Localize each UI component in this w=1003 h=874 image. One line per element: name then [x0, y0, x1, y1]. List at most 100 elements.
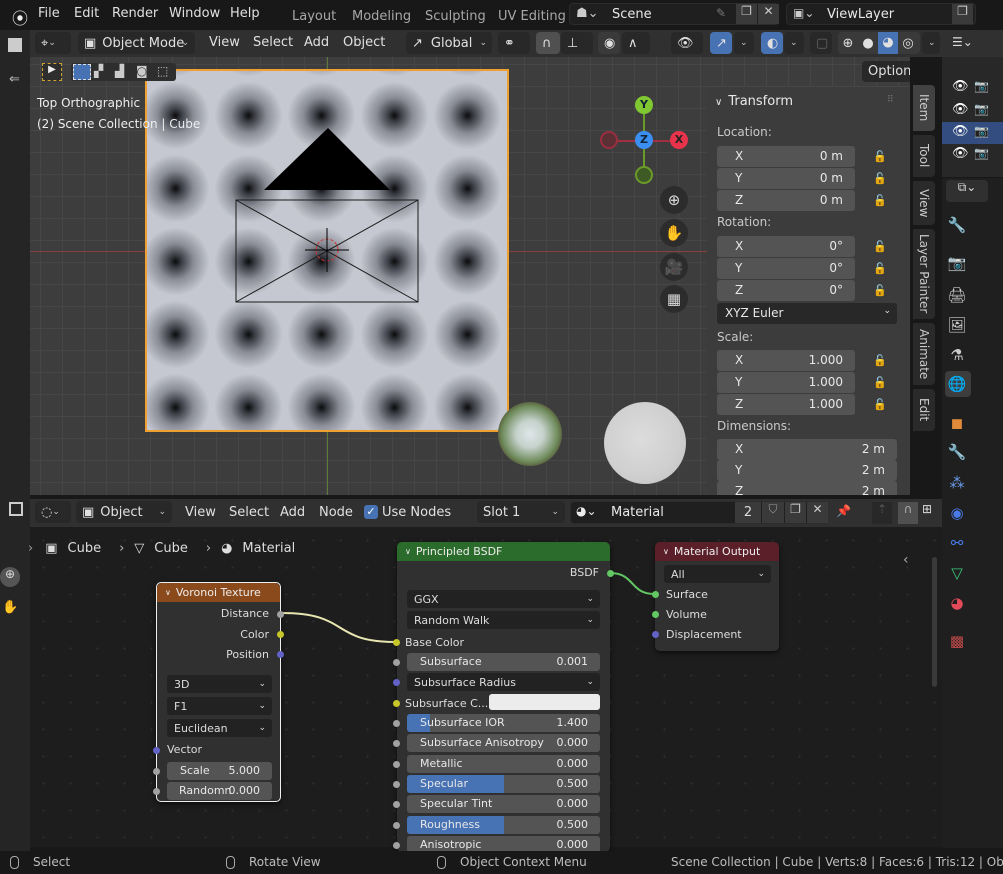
gizmo-y-axis[interactable]: Y [635, 96, 653, 114]
select-extend-icon[interactable]: ▞ [94, 64, 112, 80]
view-layer-properties-icon[interactable]: 🖼 [946, 314, 968, 336]
visibility-eye-icon[interactable]: 👁 [952, 146, 969, 161]
bsdf-slider-subsurface-anisotropy[interactable]: Subsurface Anisotropy 0.000 [407, 734, 600, 753]
select-intersect-icon[interactable]: ⬚ [157, 64, 175, 80]
new-view-layer-icon[interactable]: ❐ [952, 4, 973, 24]
voronoi-node-header[interactable]: ∨ Voronoi Texture [157, 583, 280, 602]
rendered-shading-icon[interactable]: ◎ [898, 36, 918, 51]
sidebar-tab-edit[interactable]: Edit [913, 389, 935, 431]
parent-node-tree-icon[interactable]: ⇡ [872, 502, 892, 524]
wireframe-shading-icon[interactable]: ⊕ [838, 36, 858, 51]
displacement-input-socket[interactable] [652, 631, 659, 638]
transform-panel-header[interactable]: ∨ Transform [715, 94, 793, 109]
workspace-tab-modeling[interactable]: Modeling [352, 9, 411, 24]
select-tool-icon[interactable]: ▶ [42, 63, 62, 81]
dimensions-dropdown[interactable]: 3D ⌄ [167, 675, 272, 693]
snap-toggle[interactable]: ∩ [536, 32, 560, 54]
sidebar-tab-layer-painter[interactable]: Layer Painter [913, 229, 935, 319]
bsdf-slider-roughness[interactable]: Roughness 0.500 [407, 815, 600, 834]
bsdf-slider-specular[interactable]: Specular 0.500 [407, 774, 600, 793]
workspace-tab-sculpting[interactable]: Sculpting [425, 9, 486, 24]
lock-icon[interactable]: 🔓 [873, 172, 887, 185]
snap-target-icon[interactable]: ⊞ [922, 502, 932, 516]
object-visibility-button[interactable]: 👁 [671, 32, 703, 54]
lock-icon[interactable]: 🔓 [873, 262, 887, 275]
new-scene-icon[interactable]: ❐ [736, 4, 757, 24]
unlink-material-icon[interactable]: ✕ [807, 502, 828, 523]
collapse-arrow-icon[interactable]: ⇐ [9, 72, 20, 87]
render-camera-icon[interactable]: 📷 [974, 102, 989, 116]
texture-properties-icon[interactable]: ▩ [946, 630, 968, 652]
distance-output-socket[interactable] [277, 611, 284, 618]
bsdf-node-header[interactable]: ∨ Principled BSDF [397, 542, 610, 561]
lock-icon[interactable]: 🔓 [873, 194, 887, 207]
render-camera-icon[interactable]: 📷 [974, 124, 989, 138]
location-z-field[interactable]: Z 0 m [717, 190, 855, 211]
bsdf-input-socket[interactable] [393, 740, 400, 748]
fake-user-shield-icon[interactable]: ⛉ [762, 502, 784, 523]
position-output-socket[interactable] [277, 651, 284, 658]
gizmo-neg-y-axis[interactable] [635, 166, 653, 184]
editor-type-button[interactable]: ⌖ ⌄ [35, 32, 71, 54]
slot-dropdown[interactable]: Slot 1 ⌄ [477, 501, 565, 523]
sidebar-toggle-arrow-icon[interactable]: ‹ [903, 552, 909, 568]
view-layer-selector[interactable]: ▣⌄ ViewLayer ❐ [786, 3, 976, 25]
viewport-menu-select[interactable]: Select [253, 35, 293, 50]
sidebar-tab-item[interactable]: Item [913, 85, 935, 131]
transform-orientation-dropdown[interactable]: ↗ Global ⌄ [406, 32, 492, 54]
lock-icon[interactable]: 🔓 [873, 150, 887, 163]
pan-node-icon[interactable]: ✋ [2, 600, 18, 615]
location-y-field[interactable]: Y 0 m [717, 168, 855, 189]
pin-icon[interactable]: 📌 [836, 504, 851, 518]
dimensions-z-field[interactable]: Z 2 m [717, 481, 897, 495]
subsurface-radius-dropdown[interactable]: Subsurface Radius ⌄ [407, 673, 600, 691]
3d-viewport[interactable]: Top Orthographic (2) Scene Collection | … [30, 57, 910, 495]
node-menu-view[interactable]: View [185, 505, 216, 520]
node-editor-canvas[interactable]: › ▣ Cube › ▽ Cube › ◕ Material ∨ Voronoi … [28, 527, 942, 854]
surface-input-socket[interactable] [652, 591, 659, 598]
subsurface-field[interactable]: Subsurface 0.001 [407, 653, 600, 671]
vertical-scrollbar[interactable] [932, 557, 937, 687]
distribution-dropdown[interactable]: GGX ⌄ [407, 590, 600, 608]
select-invert-icon[interactable]: ◙ [136, 64, 154, 80]
user-count[interactable]: 2 [735, 502, 761, 523]
shading-dropdown[interactable]: ⌄ [922, 32, 940, 54]
scene-properties-icon[interactable]: ⚗ [946, 344, 968, 366]
file-browser-icon[interactable] [8, 38, 22, 52]
visibility-eye-icon[interactable]: 👁 [952, 79, 969, 94]
subsurface-color-swatch[interactable] [489, 694, 600, 710]
pan-hand-icon[interactable]: ✋ [660, 219, 688, 247]
menu-render[interactable]: Render [112, 6, 158, 21]
visibility-eye-icon[interactable]: 👁 [952, 124, 969, 139]
tool-properties-icon[interactable]: 🔧 [946, 214, 968, 236]
object-properties-icon[interactable]: ◼ [946, 412, 968, 434]
randomness-input-socket[interactable] [153, 788, 160, 795]
viewport-menu-view[interactable]: View [209, 35, 240, 50]
scene-selector[interactable]: ☗⌄ Scene ✎ ❐ ✕ [569, 3, 779, 25]
scene-name[interactable]: Scene [612, 7, 652, 22]
data-properties-icon[interactable]: ▽ [946, 562, 968, 584]
viewport-menu-object[interactable]: Object [343, 35, 385, 50]
viewport-menu-add[interactable]: Add [304, 35, 329, 50]
distance-metric-dropdown[interactable]: Euclidean ⌄ [167, 719, 272, 737]
subsurface-color-socket[interactable] [393, 700, 400, 707]
outliner-display-mode-icon[interactable]: ☰⌄ [952, 35, 973, 49]
material-browse-icon[interactable]: ◕⌄ [576, 504, 597, 518]
ortho-grid-icon[interactable]: ▦ [660, 285, 688, 313]
drag-handle-icon[interactable]: ⠿ [887, 95, 894, 105]
output-node-header[interactable]: ∨ Material Output [655, 542, 779, 561]
menu-window[interactable]: Window [169, 6, 220, 21]
volume-input-socket[interactable] [652, 611, 659, 618]
physics-properties-icon[interactable]: ◉ [946, 502, 968, 524]
lock-icon[interactable]: 🔓 [873, 284, 887, 297]
pivot-point-button[interactable]: ⚭ [498, 32, 530, 54]
particles-properties-icon[interactable]: ⁂ [946, 472, 968, 494]
view-layer-name[interactable]: ViewLayer [827, 7, 894, 22]
snap-node-icon[interactable]: ∩ [898, 502, 918, 524]
workspace-tab-layout[interactable]: Layout [292, 9, 336, 24]
render-camera-icon[interactable]: 📷 [974, 79, 989, 93]
vector-input-socket[interactable] [153, 747, 160, 754]
select-new-icon[interactable] [73, 64, 91, 80]
render-camera-icon[interactable]: 📷 [974, 146, 989, 160]
gizmo-dropdown[interactable]: ⌄ [734, 32, 754, 54]
